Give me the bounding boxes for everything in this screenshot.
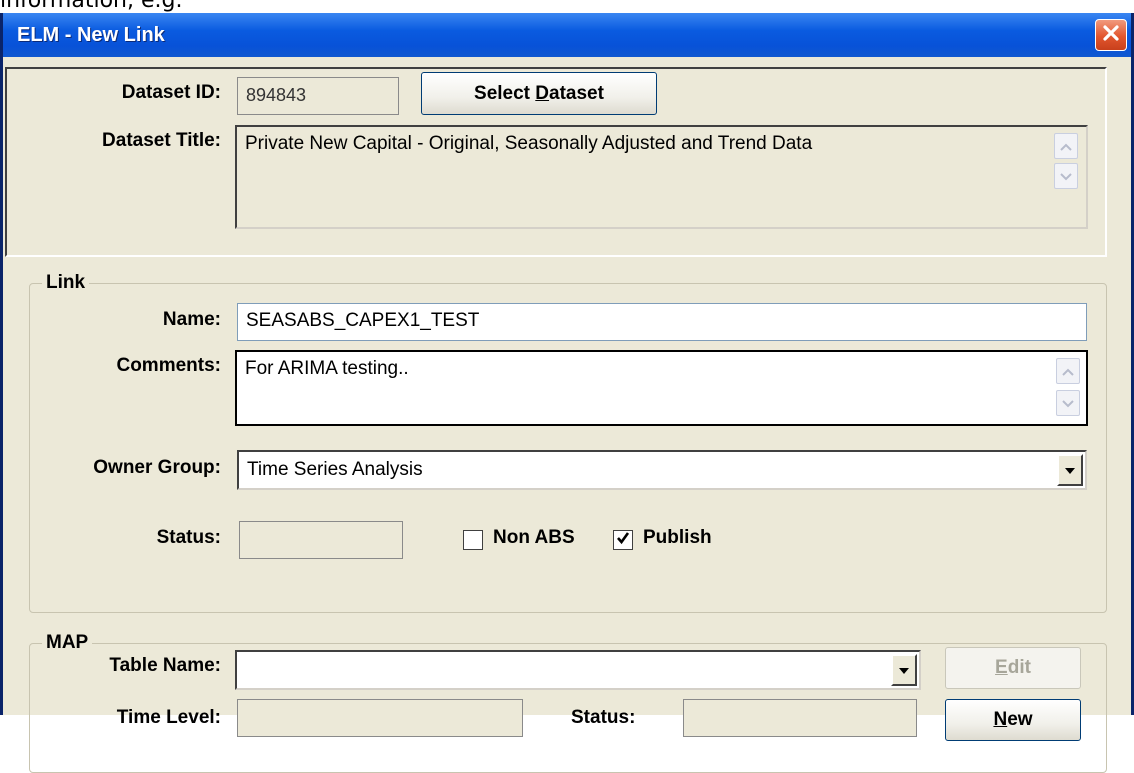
map-status-label: Status: [571, 707, 636, 728]
time-level-label: Time Level: [116, 707, 221, 728]
dataset-id-field: 894843 [237, 77, 399, 115]
scroll-down-icon [1060, 165, 1072, 187]
comments-textarea[interactable]: For ARIMA testing.. [235, 350, 1088, 426]
window-title: ELM - New Link [17, 24, 165, 46]
map-group-title: MAP [42, 632, 93, 654]
name-input[interactable]: SEASABS_CAPEX1_TEST [237, 303, 1087, 341]
close-icon [1102, 24, 1120, 47]
table-name-label: Table Name: [109, 655, 221, 676]
elm-new-link-dialog: ELM - New Link Dataset ID: 894843 Select… [0, 13, 1134, 773]
map-status-field [683, 699, 917, 737]
name-label: Name: [162, 309, 221, 330]
comments-text: For ARIMA testing.. [245, 358, 409, 379]
scroll-up-button[interactable] [1054, 133, 1078, 159]
non-abs-label: Non ABS [493, 527, 575, 548]
owner-group-dropdown-button[interactable] [1057, 454, 1083, 486]
dataset-id-label: Dataset ID: [121, 82, 221, 103]
owner-group-select[interactable]: Time Series Analysis [237, 450, 1087, 490]
link-group-title: Link [42, 272, 90, 294]
checkmark-icon [616, 531, 630, 550]
owner-group-value: Time Series Analysis [247, 459, 423, 480]
scroll-up-icon [1060, 135, 1072, 157]
dataset-title-field: Private New Capital - Original, Seasonal… [235, 125, 1088, 229]
edit-button[interactable]: Edit [945, 647, 1081, 689]
dialog-content: Dataset ID: 894843 Select Dataset Datase… [3, 57, 1131, 773]
scroll-up-icon [1062, 360, 1074, 382]
table-name-select[interactable] [235, 650, 921, 690]
comments-label: Comments: [116, 355, 221, 376]
publish-label: Publish [643, 527, 712, 548]
non-abs-checkbox[interactable] [463, 530, 483, 550]
chevron-down-icon [1064, 452, 1076, 488]
time-level-field [237, 699, 523, 737]
link-status-label: Status: [156, 527, 221, 548]
select-dataset-button[interactable]: Select Dataset [421, 72, 657, 115]
scroll-down-button[interactable] [1054, 163, 1078, 189]
publish-checkbox[interactable] [613, 530, 633, 550]
link-status-field [239, 521, 403, 559]
new-button[interactable]: New [945, 699, 1081, 741]
table-name-dropdown-button[interactable] [891, 654, 917, 686]
dataset-title-label: Dataset Title: [102, 130, 221, 151]
scroll-down-icon [1062, 392, 1074, 414]
chevron-down-icon [898, 652, 910, 688]
dataset-title-text: Private New Capital - Original, Seasonal… [245, 133, 813, 154]
owner-group-label: Owner Group: [93, 457, 221, 478]
title-bar[interactable]: ELM - New Link [3, 13, 1131, 57]
comments-scroll-up-button[interactable] [1056, 358, 1080, 384]
background-document-text: information, e.g. [0, 0, 183, 13]
comments-scroll-down-button[interactable] [1056, 390, 1080, 416]
close-button[interactable] [1095, 19, 1127, 51]
